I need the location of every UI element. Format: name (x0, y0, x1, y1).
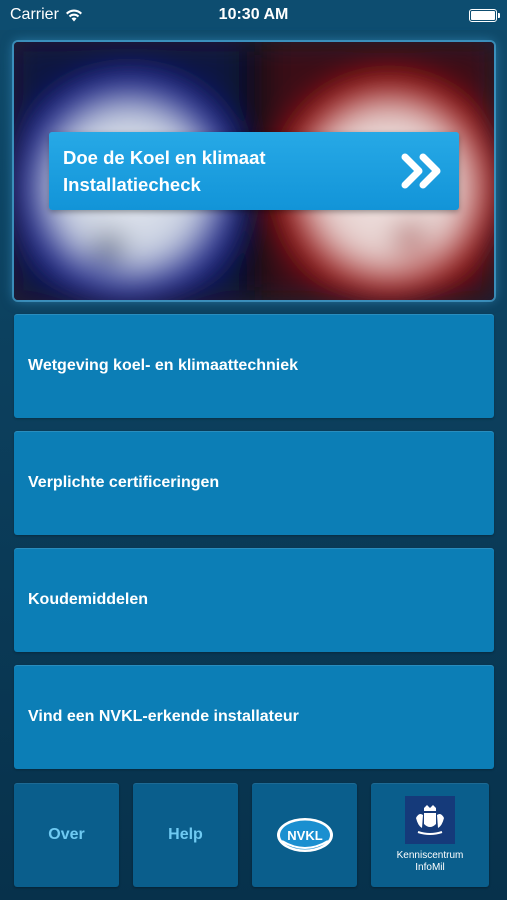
menu-item-label: Koudemiddelen (28, 591, 149, 608)
hero-panel: Doe de Koel en klimaat Installatiecheck (14, 42, 494, 300)
menu-item-label: Vind een NVKL-erkende installateur (28, 708, 299, 725)
menu-item-koudemiddelen[interactable]: Koudemiddelen (14, 548, 494, 652)
kenniscentrum-logo: Kenniscentrum InfoMil (397, 796, 464, 874)
nvkl-logo-text: NVKL (287, 828, 322, 843)
menu-item-label: Verplichte certificeringen (28, 474, 220, 491)
status-bar: Carrier 10:30 AM (0, 0, 507, 30)
help-label: Help (168, 826, 203, 843)
banner-title-line2: Installatiecheck (63, 174, 201, 195)
installatiecheck-banner-button[interactable]: Doe de Koel en klimaat Installatiecheck (49, 132, 459, 210)
double-chevron-right-icon (401, 153, 441, 189)
status-left: Carrier (10, 6, 83, 24)
over-label: Over (48, 826, 85, 843)
menu-item-wetgeving[interactable]: Wetgeving koel- en klimaattechniek (14, 314, 494, 418)
kenniscentrum-line1: Kenniscentrum (396, 850, 464, 861)
rijksoverheid-crest-icon (404, 796, 455, 844)
banner-title-line1: Doe de Koel en klimaat (63, 147, 266, 168)
menu-item-label: Wetgeving koel- en klimaattechniek (28, 357, 299, 374)
nvkl-button[interactable]: NVKL (252, 783, 357, 887)
kenniscentrum-label: Kenniscentrum InfoMil (397, 850, 464, 874)
battery-icon (469, 8, 500, 22)
help-button[interactable]: Help (133, 783, 238, 887)
menu-item-installateur[interactable]: Vind een NVKL-erkende installateur (14, 665, 494, 769)
kenniscentrum-line2: InfoMil (415, 862, 445, 873)
crest-shape (415, 805, 444, 835)
carrier-label: Carrier (10, 6, 59, 23)
wifi-icon (65, 8, 82, 21)
nvkl-logo-icon: NVKL (276, 818, 333, 852)
over-button[interactable]: Over (14, 783, 119, 887)
menu-item-certificeringen[interactable]: Verplichte certificeringen (14, 431, 494, 535)
kenniscentrum-button[interactable]: Kenniscentrum InfoMil (371, 783, 489, 887)
installatiecheck-label: Doe de Koel en klimaat Installatiecheck (63, 144, 363, 198)
